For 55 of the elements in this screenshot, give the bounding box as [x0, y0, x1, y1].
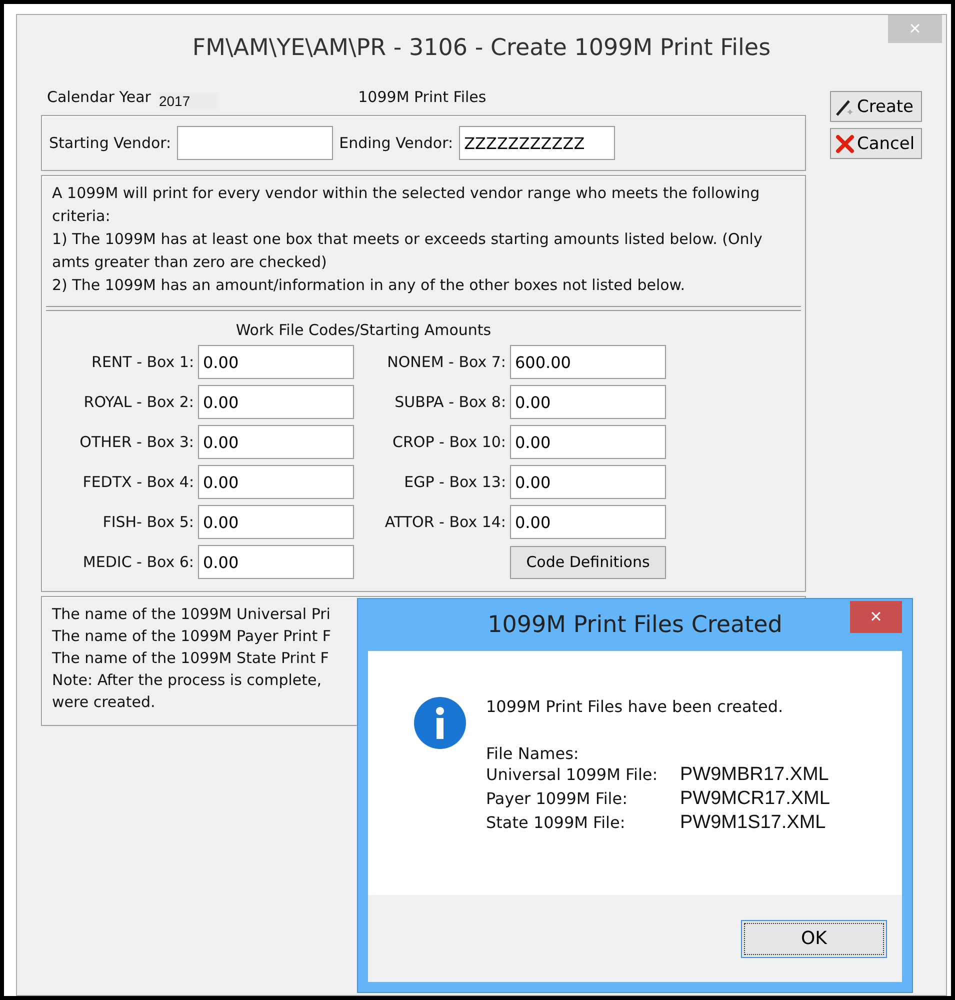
- ok-button[interactable]: OK: [741, 920, 887, 958]
- starting-vendor-label: Starting Vendor:: [49, 134, 172, 152]
- amount-field[interactable]: 0.00: [198, 385, 354, 419]
- code-label: FEDTX - Box 4:: [82, 473, 194, 491]
- amount-field[interactable]: 0.00: [198, 345, 354, 379]
- amount-field[interactable]: 0.00: [510, 505, 666, 539]
- file-name: PW9MCR17.XML: [680, 787, 830, 811]
- close-button[interactable]: ×: [850, 601, 902, 633]
- code-label: ATTOR - Box 14:: [384, 513, 506, 531]
- results-text: The name of the 1099M Universal Pri: [52, 604, 330, 625]
- calendar-year-value: 2017: [158, 93, 218, 109]
- toolbar-button[interactable]: Cancel: [830, 128, 922, 159]
- code-label: FISH- Box 5:: [102, 513, 194, 531]
- results-text: The name of the 1099M State Print F: [52, 648, 329, 669]
- code-label: CROP - Box 10:: [392, 433, 506, 451]
- file-names-label: File Names:: [486, 744, 580, 763]
- criteria-text: A 1099M will print for every vendor within the selected vendor range who meets the following criteria:: [52, 183, 761, 227]
- amount-field[interactable]: 0.00: [198, 505, 354, 539]
- info-icon: [414, 697, 466, 749]
- file-label: Payer 1099M File:: [486, 788, 628, 810]
- code-label: OTHER - Box 3:: [78, 433, 194, 451]
- form-heading: 1099M Print Files: [358, 88, 486, 106]
- amount-field[interactable]: 0.00: [510, 425, 666, 459]
- amount-field[interactable]: 600.00: [510, 345, 666, 379]
- toolbar-button[interactable]: Create: [830, 91, 922, 122]
- code-label: NONEM - Box 7:: [386, 353, 506, 371]
- file-label: Universal 1099M File:: [486, 764, 659, 786]
- dialog-title: 1099M Print Files Created: [488, 612, 782, 638]
- file-name: PW9M1S17.XML: [680, 811, 826, 835]
- amount-field[interactable]: 0.00: [198, 465, 354, 499]
- code-definitions-button[interactable]: Code Definitions: [510, 546, 666, 578]
- amount-field[interactable]: 0.00: [510, 465, 666, 499]
- file-label: State 1099M File:: [486, 812, 626, 834]
- code-label: RENT - Box 1:: [90, 353, 194, 371]
- amount-field[interactable]: 0.00: [198, 545, 354, 579]
- results-text: were created.: [52, 692, 156, 713]
- ending-vendor-field[interactable]: ZZZZZZZZZZZ: [459, 126, 616, 160]
- cross-icon: [835, 134, 855, 154]
- criteria-text: 1) The 1099M has at least one box that meets or exceeds starting amounts listed below. (Only amts greater than zero are checked): [52, 229, 764, 273]
- code-label: ROYAL - Box 2:: [82, 393, 194, 411]
- window-title: FM\AM\YE\AM\PR - 3106 - Create 1099M Print Files: [192, 35, 771, 61]
- results-text: The name of the 1099M Payer Print F: [52, 626, 331, 647]
- ending-vendor-label: Ending Vendor:: [339, 134, 454, 152]
- starting-vendor-field[interactable]: [177, 126, 334, 160]
- dialog-message: 1099M Print Files have been created.: [486, 697, 784, 716]
- amount-field[interactable]: 0.00: [510, 385, 666, 419]
- criteria-text: 2) The 1099M has an amount/information in any of the other boxes not listed below.: [52, 275, 686, 296]
- file-name: PW9MBR17.XML: [680, 763, 829, 787]
- code-label: MEDIC - Box 6:: [82, 553, 194, 571]
- codes-title: Work File Codes/Starting Amounts: [234, 321, 492, 339]
- results-text: Note: After the process is complete,: [52, 670, 322, 691]
- amount-field[interactable]: 0.00: [198, 425, 354, 459]
- code-label: SUBPA - Box 8:: [394, 393, 506, 411]
- code-label: EGP - Box 13:: [403, 473, 506, 491]
- calendar-year-label: Calendar Year: [47, 88, 151, 106]
